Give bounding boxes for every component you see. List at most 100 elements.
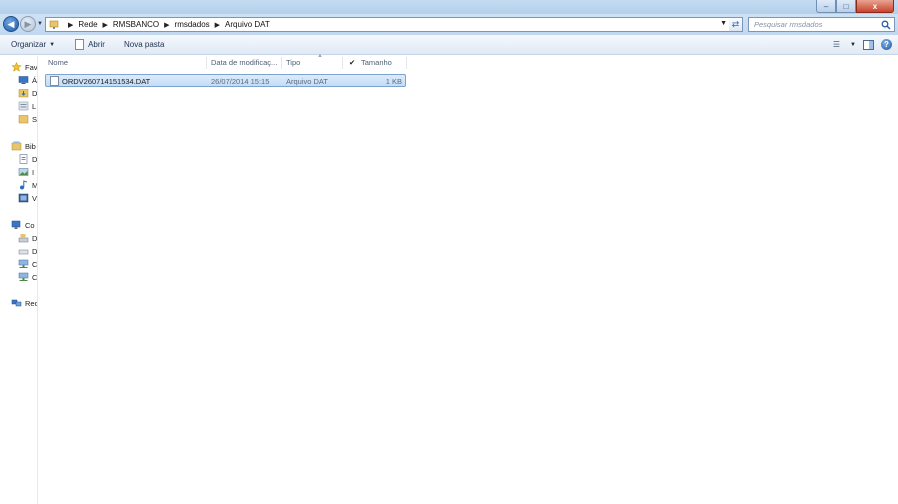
pictures-icon [18, 168, 29, 176]
window-controls: – □ x [816, 0, 894, 13]
system-drive-icon [18, 234, 29, 243]
nav-label: Co [25, 220, 35, 230]
breadcrumb-arquivo-dat[interactable]: Arquivo DAT [225, 20, 270, 29]
breadcrumb-rmsbanco[interactable]: RMSBANCO [113, 20, 159, 29]
nav-network[interactable]: Rec [11, 297, 37, 309]
open-button[interactable]: Abrir [75, 39, 105, 50]
forward-button[interactable]: ▶ [20, 16, 36, 32]
view-controls: ☰ ▼ ? [833, 39, 892, 50]
nav-label: S [32, 114, 37, 124]
column-header-type[interactable]: Tipo [286, 58, 300, 67]
nav-label: Rec [25, 298, 37, 308]
view-options-icon[interactable]: ☰ [833, 40, 840, 49]
help-icon[interactable]: ? [881, 39, 892, 50]
breadcrumb-rmsdados[interactable]: rmsdados [175, 20, 210, 29]
computer-icon [11, 220, 21, 229]
nav-videos[interactable]: V [18, 192, 37, 204]
hard-drive-icon [18, 249, 29, 255]
arrow-right-icon: ▶ [24, 18, 32, 29]
network-drive-icon [18, 259, 29, 268]
nav-network-drive-2[interactable]: C [18, 271, 37, 283]
nav-documentos[interactable]: D [18, 153, 37, 165]
check-icon: ✔ [349, 58, 356, 67]
nav-downloads[interactable]: D [18, 87, 37, 99]
file-date: 26/07/2014 15:15 [211, 76, 270, 86]
nav-label: L [32, 101, 37, 111]
nav-label: Bib [25, 141, 36, 151]
nav-imagens[interactable]: I [18, 166, 37, 178]
column-headers: Nome Data de modificaç... Tipo ▲ ✔ Taman… [39, 53, 409, 70]
music-icon [20, 180, 28, 190]
nav-locais-recentes[interactable]: L [18, 100, 37, 112]
network-drive-icon [18, 272, 29, 281]
nav-label: D [32, 154, 37, 164]
file-row[interactable]: ORDV260714151534.DAT 26/07/2014 15:15 Ar… [45, 74, 406, 87]
close-button[interactable]: x [856, 0, 894, 13]
column-divider[interactable] [342, 57, 343, 69]
refresh-button[interactable]: ⇄ [729, 17, 743, 32]
nav-label: D [32, 88, 37, 98]
column-header-size[interactable]: Tamanho [361, 58, 392, 67]
nav-drive-2[interactable]: D [18, 245, 37, 257]
chevron-right-icon[interactable]: ▶ [164, 21, 169, 29]
minimize-button[interactable]: – [816, 0, 836, 13]
nav-label: V [32, 193, 37, 203]
nav-computer[interactable]: Co [11, 219, 37, 231]
chevron-right-icon[interactable]: ▶ [68, 21, 73, 29]
videos-icon [18, 193, 29, 203]
documents-icon [19, 154, 28, 164]
nav-label: M [32, 180, 37, 190]
nav-area-de-trabalho[interactable]: Á [18, 74, 37, 86]
downloads-folder-icon [18, 89, 29, 98]
organize-button[interactable]: Organizar ▼ [11, 40, 55, 49]
search-input[interactable] [754, 20, 874, 29]
nav-label: C [32, 259, 37, 269]
chevron-down-icon: ▼ [49, 41, 56, 48]
nav-label: C [32, 272, 37, 282]
star-icon [11, 62, 22, 72]
arrow-left-icon: ◀ [7, 18, 15, 29]
new-folder-label: Nova pasta [123, 40, 165, 49]
nav-favorites[interactable]: Fav [11, 61, 37, 73]
chevron-right-icon[interactable]: ▶ [103, 21, 108, 29]
preview-pane-icon[interactable] [863, 39, 874, 50]
nav-label: D [32, 246, 37, 256]
file-name: ORDV260714151534.DAT [62, 76, 151, 86]
maximize-button[interactable]: □ [836, 0, 856, 13]
file-size: 1 KB [385, 76, 402, 86]
open-label: Abrir [88, 40, 105, 49]
file-list-pane[interactable]: Nome Data de modificaç... Tipo ▲ ✔ Taman… [39, 53, 898, 504]
address-history-dropdown[interactable]: ▼ [720, 20, 727, 27]
search-icon[interactable] [881, 20, 891, 30]
column-divider[interactable] [406, 57, 407, 69]
address-row: ◀ ▶ ▼ ▶ Rede ▶ RMSBANCO ▶ rmsdados ▶ Arq… [0, 14, 898, 35]
chevron-right-icon[interactable]: ▶ [215, 21, 220, 29]
network-icon [11, 299, 22, 307]
nav-label: I [32, 167, 35, 177]
nav-libraries[interactable]: Bib [11, 140, 37, 152]
nav-musicas[interactable]: M [18, 179, 37, 191]
document-icon [75, 39, 85, 50]
back-button[interactable]: ◀ [3, 16, 19, 32]
folder-icon [18, 115, 29, 124]
column-divider[interactable] [206, 57, 207, 69]
search-box[interactable] [748, 17, 895, 32]
column-divider[interactable] [281, 57, 282, 69]
nav-label: D [32, 233, 37, 243]
file-icon [50, 76, 59, 86]
desktop-icon [18, 76, 29, 84]
chevron-down-icon[interactable]: ▼ [850, 42, 856, 48]
nav-drive-1[interactable]: D [18, 232, 37, 244]
nav-network-drive-1[interactable]: C [18, 258, 37, 270]
nav-favorite-folder[interactable]: S [18, 113, 37, 125]
column-header-date[interactable]: Data de modificaç... [211, 58, 277, 67]
new-folder-button[interactable]: Nova pasta [124, 40, 164, 49]
recent-pages-dropdown[interactable]: ▼ [37, 21, 43, 27]
address-bar[interactable]: ▶ Rede ▶ RMSBANCO ▶ rmsdados ▶ Arquivo D… [45, 17, 742, 32]
organize-label: Organizar [11, 40, 47, 49]
network-folder-icon [49, 20, 59, 29]
column-header-name[interactable]: Nome [48, 58, 68, 67]
file-type: Arquivo DAT [286, 76, 328, 86]
refresh-icon: ⇄ [731, 19, 740, 29]
breadcrumb-rede[interactable]: Rede [78, 20, 97, 29]
